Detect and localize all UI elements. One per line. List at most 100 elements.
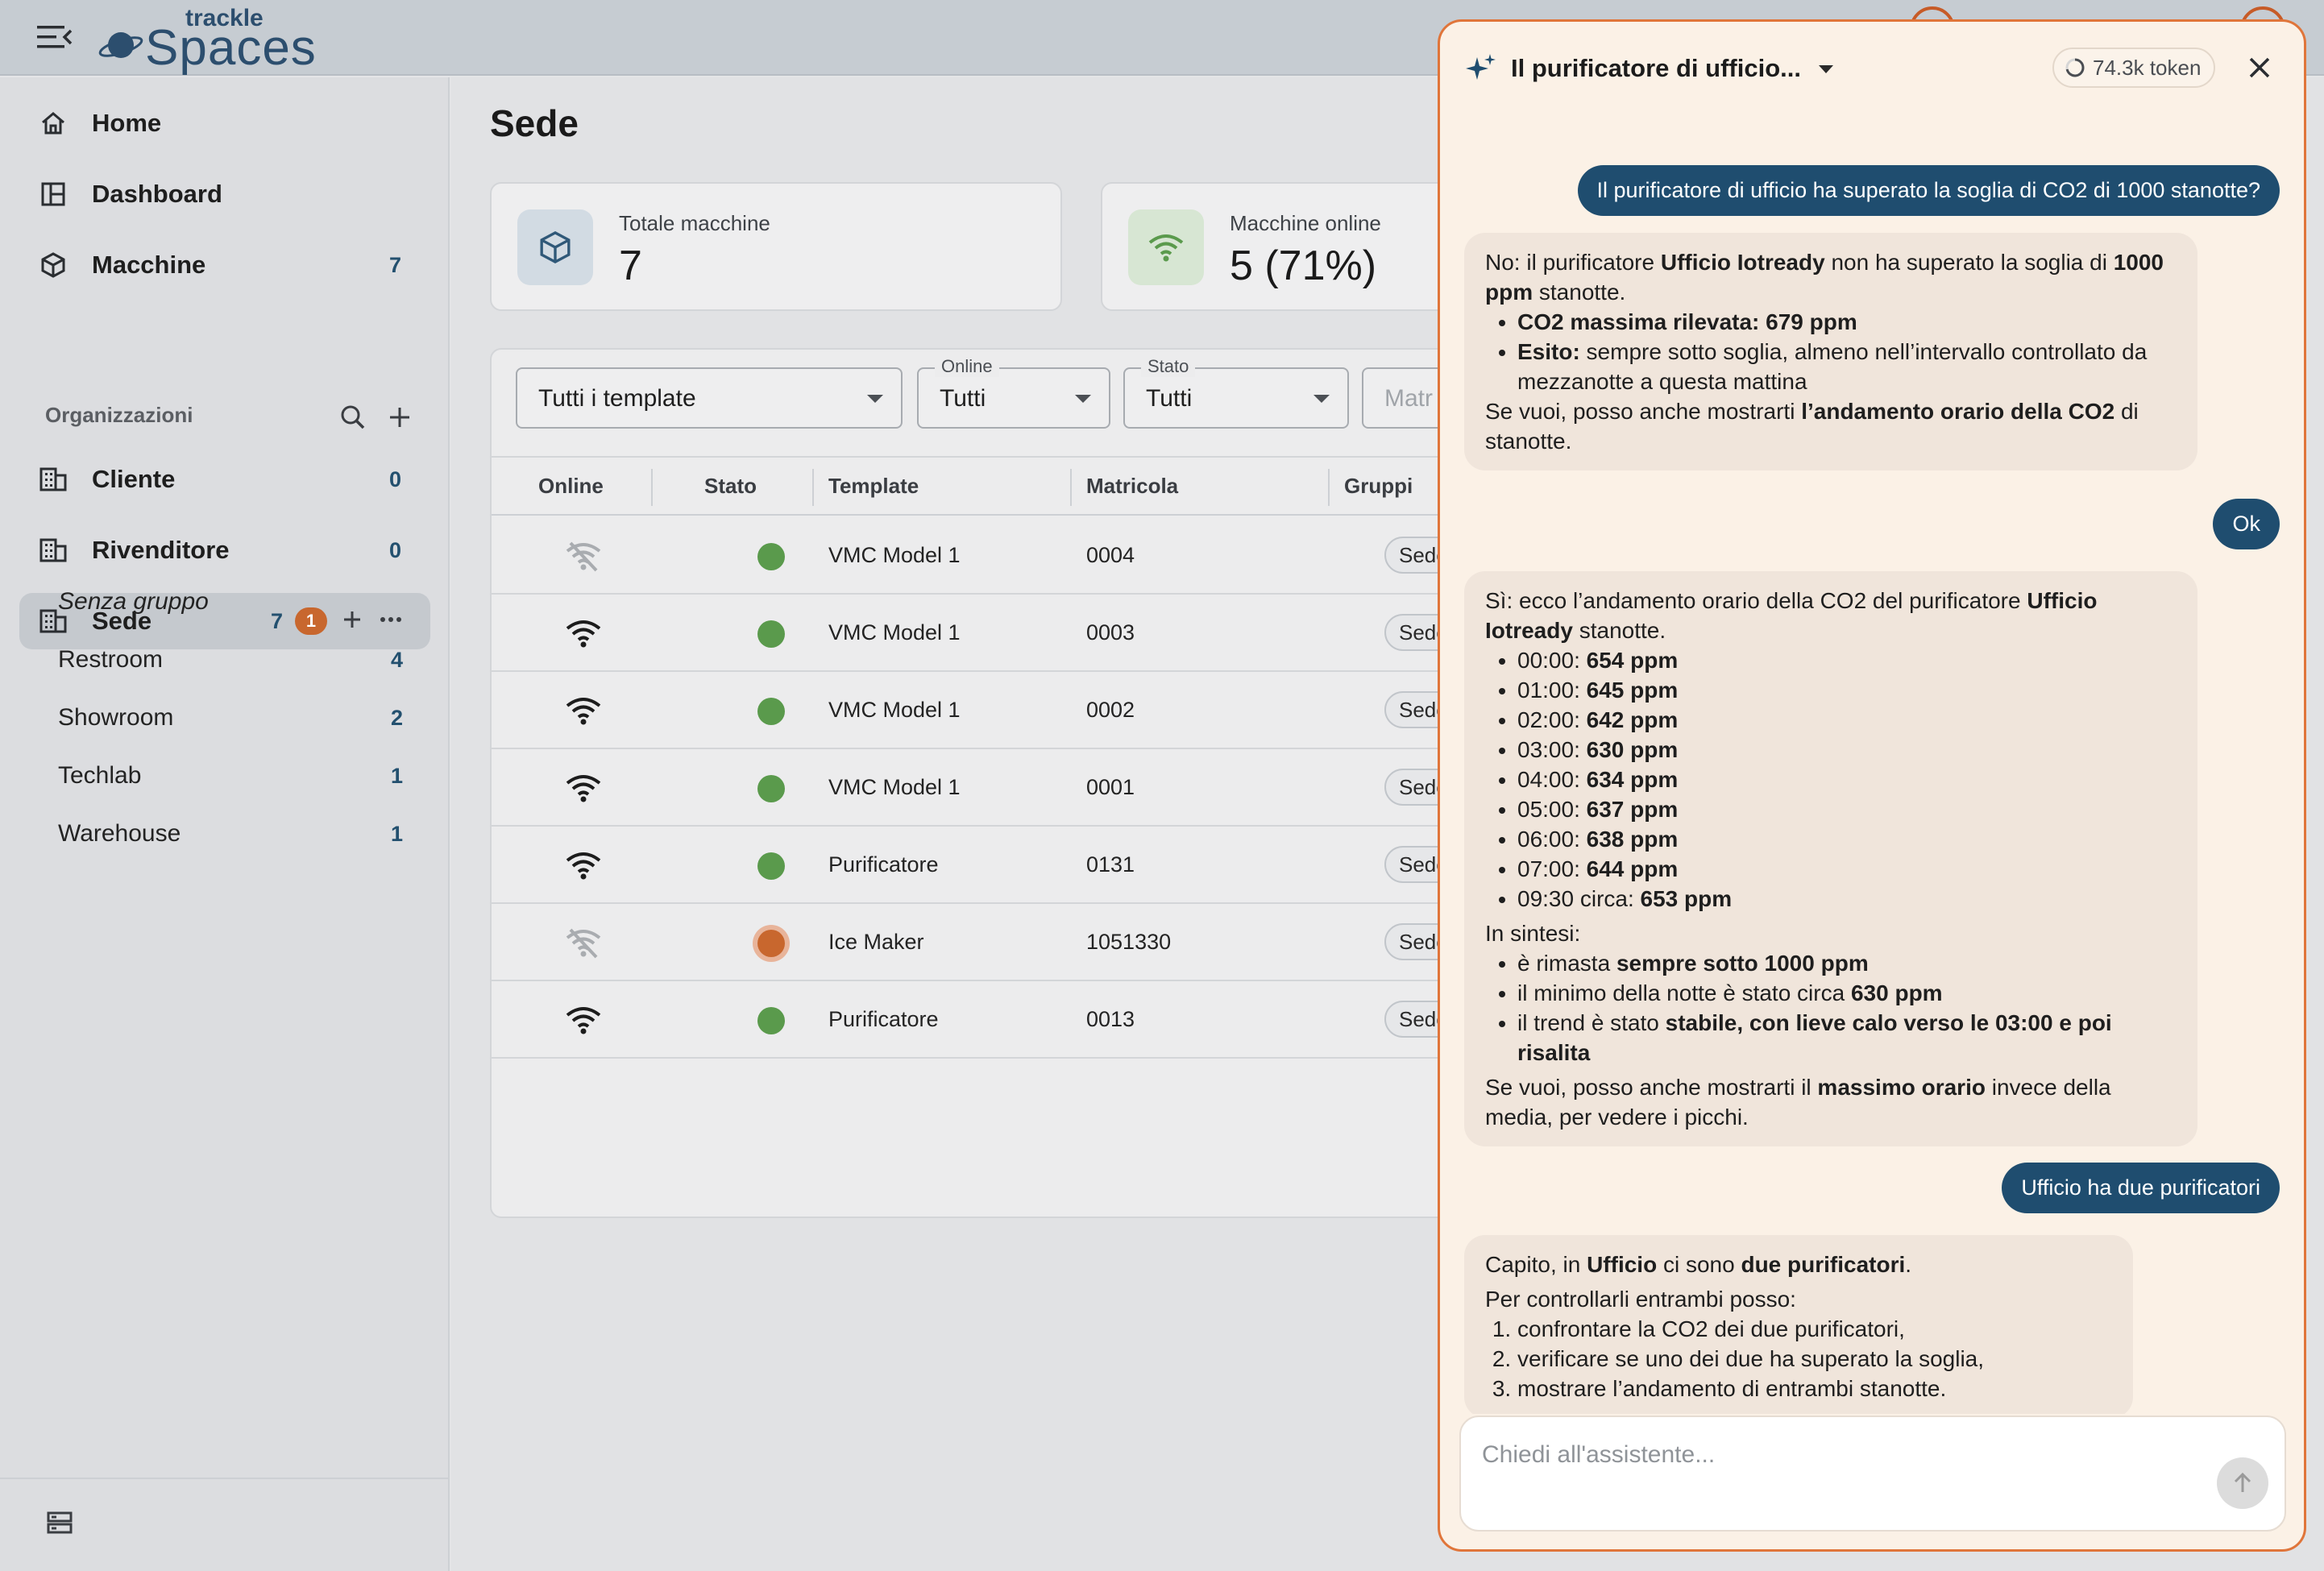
hourly-reading: 00:00: 654 ppm bbox=[1517, 645, 2177, 675]
planet-logo-icon bbox=[98, 32, 143, 58]
assistant-panel: Il purificatore di ufficio... 74.3k toke… bbox=[1438, 19, 2306, 1552]
message-paragraph: No: il purificatore Ufficio Iotready non… bbox=[1485, 247, 2177, 307]
hour-label: 01:00: bbox=[1517, 678, 1587, 703]
app-logo[interactable]: trackle Spaces bbox=[97, 5, 322, 76]
online-filter-label: Online bbox=[935, 356, 999, 377]
stat-card-total: Totale macchine 7 bbox=[490, 182, 1062, 311]
device-name: Ufficio Iotready bbox=[1660, 250, 1825, 275]
send-button[interactable] bbox=[2217, 1457, 2268, 1509]
wifi-icon bbox=[564, 1001, 603, 1039]
cell-matricola: 0013 bbox=[1086, 1007, 1135, 1031]
user-message: Ufficio ha due purificatori bbox=[2002, 1163, 2280, 1213]
status-dot bbox=[757, 620, 785, 648]
column-gruppi[interactable]: Gruppi bbox=[1344, 474, 1413, 499]
group-warehouse-count: 1 bbox=[390, 822, 403, 846]
column-stato[interactable]: Stato bbox=[704, 474, 757, 499]
org-rivenditore-count: 0 bbox=[388, 537, 401, 562]
sidebar-footer bbox=[0, 1478, 448, 1571]
status-dot bbox=[757, 1007, 785, 1034]
online-filter-value: Tutti bbox=[940, 385, 986, 412]
group-restroom[interactable]: Restroom bbox=[58, 646, 163, 674]
column-divider bbox=[1070, 469, 1072, 506]
alert-badge: 1 bbox=[295, 607, 327, 635]
group-senza-gruppo[interactable]: Senza gruppo bbox=[58, 588, 209, 616]
stato-filter-value: Tutti bbox=[1146, 385, 1193, 412]
token-usage-badge: 74.3k token bbox=[2052, 48, 2216, 88]
nav-macchine[interactable]: Macchine 7 bbox=[19, 237, 430, 293]
column-matricola[interactable]: Matricola bbox=[1086, 474, 1178, 499]
list-item: mostrare l’andamento di entrambi stanott… bbox=[1517, 1374, 2112, 1403]
stato-filter-select[interactable]: Stato Tutti bbox=[1123, 356, 1349, 429]
list-item: confrontare la CO2 dei due purificatori, bbox=[1517, 1314, 2112, 1344]
nav-dashboard[interactable]: Dashboard bbox=[19, 166, 430, 222]
online-filter-select[interactable]: Online Tutti bbox=[917, 356, 1110, 429]
org-rivenditore-label: Rivenditore bbox=[92, 536, 230, 564]
add-organization-icon[interactable] bbox=[384, 401, 416, 433]
more-options-icon[interactable] bbox=[377, 606, 405, 637]
hourly-reading: 02:00: 642 ppm bbox=[1517, 705, 2177, 735]
text: il trend è stato bbox=[1517, 1010, 1666, 1035]
assistant-message: Capito, in Ufficio ci sono due purificat… bbox=[1464, 1235, 2133, 1414]
template-filter-select[interactable]: Tutti i template bbox=[516, 367, 903, 429]
group-showroom[interactable]: Showroom bbox=[58, 704, 173, 732]
message-paragraph: Per controllarli entrambi posso: bbox=[1485, 1287, 1796, 1312]
column-online[interactable]: Online bbox=[538, 474, 604, 499]
list-item: verificare se uno dei due ha superato la… bbox=[1517, 1344, 2112, 1374]
message-paragraph: In sintesi: bbox=[1485, 921, 1581, 946]
nav-home[interactable]: Home bbox=[19, 95, 430, 151]
text: No: il purificatore bbox=[1485, 250, 1661, 275]
text: Se vuoi, posso anche mostrarti il bbox=[1485, 1075, 1818, 1100]
text: è rimasta bbox=[1517, 951, 1616, 976]
wifi-icon bbox=[564, 846, 603, 885]
text: massimo orario bbox=[1817, 1075, 1986, 1100]
server-list-icon[interactable] bbox=[44, 1507, 76, 1539]
stat-online-label: Macchine online bbox=[1230, 211, 1381, 235]
group-techlab[interactable]: Techlab bbox=[58, 762, 141, 790]
org-item-rivenditore[interactable]: Rivenditore 0 bbox=[19, 522, 430, 578]
add-group-icon[interactable] bbox=[338, 606, 366, 637]
org-sede-count: 7 bbox=[271, 608, 284, 633]
cell-template: VMC Model 1 bbox=[828, 775, 961, 799]
hour-label: 00:00: bbox=[1517, 648, 1587, 673]
conversation-title[interactable]: Il purificatore di ufficio... bbox=[1511, 54, 1801, 83]
hour-value: 645 ppm bbox=[1586, 678, 1679, 703]
wifi-icon bbox=[1128, 209, 1204, 285]
text: due purificatori bbox=[1741, 1252, 1906, 1277]
group-warehouse[interactable]: Warehouse bbox=[58, 820, 181, 848]
text: Sì: ecco l’andamento orario della CO2 de… bbox=[1485, 588, 2027, 613]
wifi-icon bbox=[564, 769, 603, 807]
hour-label: 03:00: bbox=[1517, 737, 1587, 762]
stato-filter-label: Stato bbox=[1141, 356, 1196, 377]
text: sempre sotto 1000 ppm bbox=[1616, 951, 1869, 976]
text: Capito, in bbox=[1485, 1252, 1587, 1277]
hour-value: 642 ppm bbox=[1586, 707, 1679, 732]
assistant-message: Sì: ecco l’andamento orario della CO2 de… bbox=[1464, 571, 2197, 1146]
sparkle-icon bbox=[1466, 54, 1496, 80]
wifi-off-icon bbox=[564, 923, 603, 962]
options-list: confrontare la CO2 dei due purificatori,… bbox=[1517, 1314, 2112, 1403]
column-template[interactable]: Template bbox=[828, 474, 919, 499]
hourly-reading: 03:00: 630 ppm bbox=[1517, 735, 2177, 765]
text: Ufficio bbox=[1587, 1252, 1658, 1277]
close-icon[interactable] bbox=[2247, 56, 2272, 80]
hour-value: 637 ppm bbox=[1586, 797, 1679, 822]
logo-big-text: Spaces bbox=[145, 20, 317, 76]
org-item-cliente[interactable]: Cliente 0 bbox=[19, 451, 430, 508]
nav-home-label: Home bbox=[92, 109, 162, 137]
user-message: Ok bbox=[2213, 499, 2280, 549]
message-paragraph: Se vuoi, posso anche mostrarti l’andamen… bbox=[1485, 396, 2177, 456]
text: il minimo della notte è stato circa bbox=[1517, 980, 1851, 1005]
chevron-down-icon[interactable] bbox=[1819, 65, 1833, 73]
cube-icon bbox=[37, 249, 69, 281]
search-icon[interactable] bbox=[337, 401, 369, 433]
stat-total-label: Totale macchine bbox=[619, 211, 770, 235]
text: stanotte. bbox=[1533, 280, 1626, 305]
stat-total-value: 7 bbox=[619, 242, 642, 289]
chat-input[interactable] bbox=[1482, 1441, 2207, 1469]
matricola-search-placeholder: Matr bbox=[1384, 385, 1433, 412]
menu-collapse-icon[interactable] bbox=[35, 23, 74, 52]
hour-value: 634 ppm bbox=[1586, 767, 1679, 792]
cell-template: VMC Model 1 bbox=[828, 543, 961, 567]
list-item: CO2 massima rilevata: 679 ppm bbox=[1517, 307, 2177, 337]
building-icon bbox=[37, 463, 69, 495]
